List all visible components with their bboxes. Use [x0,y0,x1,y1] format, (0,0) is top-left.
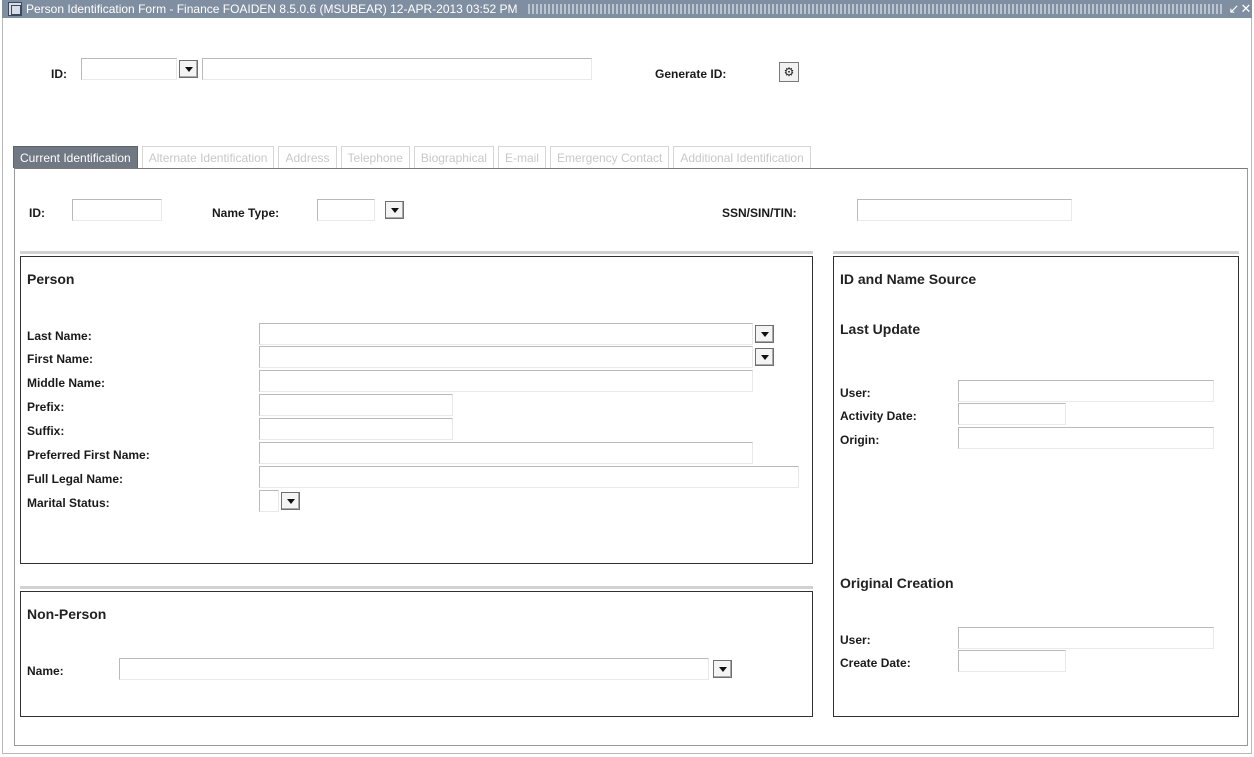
non-person-section: Non-Person Name: [20,586,813,717]
ssn-label: SSN/SIN/TIN: [722,206,797,220]
create-date-label: Create Date: [840,656,911,670]
non-person-name-dropdown-button[interactable] [713,660,732,678]
original-creation-title: Original Creation [840,575,954,591]
current-id-input[interactable] [72,199,162,221]
prefix-label: Prefix: [27,400,65,414]
tab-bar: Current Identification Alternate Identif… [13,146,811,168]
last-update-user-value [958,380,1214,402]
preferred-first-name-input[interactable] [259,442,753,464]
last-update-user-label: User: [840,386,871,400]
generate-id-label: Generate ID: [655,67,727,81]
last-update-title: Last Update [840,321,921,337]
full-legal-name-label: Full Legal Name: [27,472,124,486]
origin-label: Origin: [840,433,880,447]
marital-status-dropdown-button[interactable] [281,492,300,510]
suffix-input[interactable] [259,418,453,440]
first-name-label: First Name: [27,352,94,366]
generate-id-button[interactable]: ⚙ [779,62,799,82]
tab-biographical[interactable]: Biographical [413,146,494,168]
key-id-dropdown-button[interactable] [179,60,198,78]
creation-user-value [958,627,1214,649]
last-name-label: Last Name: [27,329,92,343]
non-person-name-input[interactable] [119,658,709,680]
key-id-input[interactable] [81,58,177,80]
close-icon[interactable]: ✕ [1240,1,1252,17]
current-id-label: ID: [29,206,45,220]
first-name-input[interactable] [259,346,753,368]
person-section-title: Person [27,271,75,287]
id-name-source-title: ID and Name Source [840,271,977,287]
last-name-input[interactable] [259,323,753,345]
key-id-label: ID: [51,67,67,81]
middle-name-label: Middle Name: [27,376,106,390]
first-name-dropdown-button[interactable] [755,348,774,366]
create-date-value [958,650,1066,672]
last-name-dropdown-button[interactable] [755,325,774,343]
activity-date-label: Activity Date: [840,409,917,423]
non-person-section-title: Non-Person [27,606,107,622]
name-type-input[interactable] [317,199,375,221]
tab-email[interactable]: E-mail [497,146,546,168]
tab-telephone[interactable]: Telephone [340,146,410,168]
full-legal-name-input[interactable] [259,466,799,488]
ssn-input[interactable] [857,199,1072,221]
tab-emergency-contact[interactable]: Emergency Contact [549,146,670,168]
marital-status-label: Marital Status: [27,496,110,510]
key-name-display [202,58,592,80]
prefix-input[interactable] [259,394,453,416]
window-title: Person Identification Form - Finance FOA… [26,2,518,16]
tab-address[interactable]: Address [278,146,337,168]
id-name-source-section: ID and Name Source Last Update User: Act… [833,251,1239,717]
name-type-label: Name Type: [212,206,280,220]
middle-name-input[interactable] [259,370,753,392]
person-section: Person Last Name: First Name: Middle Nam… [20,251,813,564]
non-person-name-label: Name: [27,664,64,678]
origin-value [958,427,1214,449]
name-type-dropdown-button[interactable] [385,201,404,219]
app-icon [8,2,22,16]
current-identification-panel: ID: Name Type: SSN/SIN/TIN: Person Last … [14,168,1248,746]
creation-user-label: User: [840,633,871,647]
titlebar-grip [527,4,1222,14]
preferred-first-name-label: Preferred First Name: [27,448,150,462]
form-window: ID: Generate ID: ⚙ Current Identificatio… [2,18,1252,754]
tab-alternate-identification[interactable]: Alternate Identification [141,146,275,168]
tab-additional-identification[interactable]: Additional Identification [673,146,811,168]
marital-status-input[interactable] [259,490,279,512]
activity-date-value [958,403,1066,425]
window-titlebar: Person Identification Form - Finance FOA… [2,0,1252,18]
minimize-icon[interactable]: ↙ [1228,1,1240,17]
gear-icon: ⚙ [783,65,795,79]
suffix-label: Suffix: [27,424,65,438]
tab-current-identification[interactable]: Current Identification [13,146,138,168]
